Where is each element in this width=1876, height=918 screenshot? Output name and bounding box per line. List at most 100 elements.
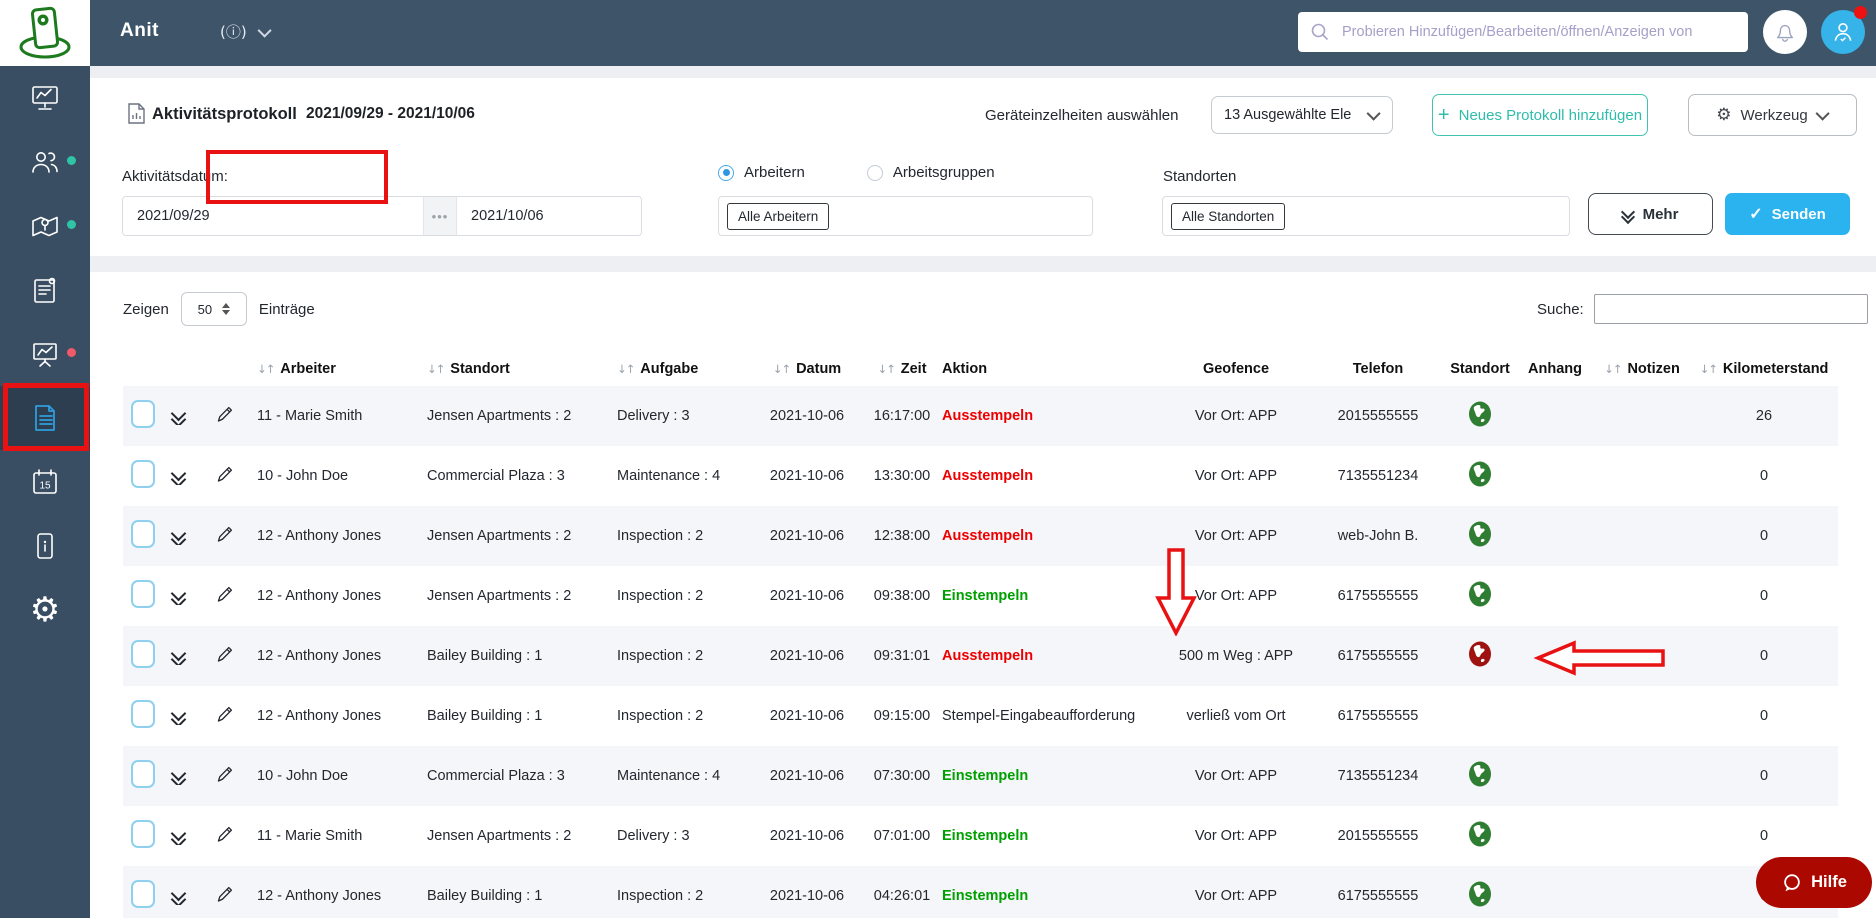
cell-mileage: 0 [1690,588,1838,604]
more-filters-button[interactable]: Mehr [1588,193,1713,235]
cell-time: 09:38:00 [862,588,942,604]
locations-filter-input[interactable]: Alle Standorten [1162,196,1570,236]
row-checkbox[interactable] [131,400,155,428]
page-title: Aktivitätsprotokoll [152,105,297,124]
sidebar-item-devices[interactable] [0,514,90,578]
sidebar-item-calendar[interactable]: 15 [0,450,90,514]
cell-time: 09:15:00 [862,708,942,724]
column-label: Geofence [1203,361,1269,377]
notifications-button[interactable] [1763,10,1807,54]
sidebar-item-activity-log[interactable] [0,386,90,450]
cell-date: 2021-10-06 [752,888,862,904]
map-globe-icon-green[interactable] [1467,400,1493,428]
edit-pencil-icon[interactable] [215,405,234,424]
workers-filter-input[interactable]: Alle Arbeitern [718,196,1093,236]
expand-row-icon[interactable] [173,408,184,425]
sidebar-item-dashboard[interactable] [0,66,90,130]
sidebar-item-workers[interactable] [0,130,90,194]
map-globe-icon-green[interactable] [1467,820,1493,848]
sort-icon: ↓↑ [257,362,274,376]
help-button[interactable]: Hilfe [1756,857,1872,908]
table-search-input[interactable] [1594,294,1868,324]
main-content: Aktivitätsprotokoll 2021/09/29 - 2021/10… [90,66,1876,918]
device-select-dropdown[interactable]: 13 Ausgewählte Ele [1211,96,1393,134]
map-globe-icon-green[interactable] [1467,580,1493,608]
date-from-input[interactable] [123,197,423,235]
locations-chip[interactable]: Alle Standorten [1171,203,1285,230]
map-globe-icon-green[interactable] [1467,760,1493,788]
global-search-input[interactable] [1340,23,1748,41]
column-header-datum-3[interactable]: ↓↑Datum [752,361,862,377]
workers-chip[interactable]: Alle Arbeitern [727,203,829,230]
tools-button[interactable]: ⚙ Werkzeug [1688,94,1857,136]
edit-pencil-icon[interactable] [215,585,234,604]
column-header-arbeiter-0[interactable]: ↓↑ Arbeiter [257,361,427,377]
expand-row-icon[interactable] [173,708,184,725]
row-checkbox[interactable] [131,640,155,668]
cell-phone: 2015555555 [1312,408,1444,424]
expand-row-icon[interactable] [173,468,184,485]
app-title: Anit [120,20,159,42]
cell-task: Delivery : 3 [617,828,752,844]
column-label: Arbeiter [280,361,336,377]
add-protocol-label: Neues Protokoll hinzufügen [1459,107,1642,124]
map-globe-icon-green[interactable] [1467,520,1493,548]
map-globe-icon-green[interactable] [1467,880,1493,908]
row-checkbox[interactable] [131,760,155,788]
sidebar-item-reports[interactable] [0,322,90,386]
table-row-6: 12 - Anthony JonesBailey Building : 1Ins… [123,686,1838,746]
column-header-standort-1[interactable]: ↓↑Standort [427,361,617,377]
expand-row-icon[interactable] [173,768,184,785]
row-checkbox[interactable] [131,880,155,908]
radio-unselected-icon [867,165,883,181]
cell-site: Bailey Building : 1 [427,708,617,724]
radio-workgroups[interactable]: Arbeitsgruppen [867,164,995,181]
table-row-8: 11 - Marie SmithJensen Apartments : 2Del… [123,806,1838,866]
column-header-notizen-10[interactable]: ↓↑Notizen [1594,361,1690,377]
send-button[interactable]: ✓ Senden [1725,193,1850,235]
edit-pencil-icon[interactable] [215,465,234,484]
column-header-geofence-6: Geofence [1160,361,1312,377]
table-row-7: 10 - John DoeCommercial Plaza : 3Mainten… [123,746,1838,806]
row-checkbox[interactable] [131,520,155,548]
cell-date: 2021-10-06 [752,408,862,424]
expand-row-icon[interactable] [173,528,184,545]
table-body: 11 - Marie SmithJensen Apartments : 2Del… [123,386,1838,918]
expand-row-icon[interactable] [173,828,184,845]
map-globe-icon-green[interactable] [1467,460,1493,488]
app-window: Anit (ⓘ) 15 ⚙ [0,0,1876,918]
edit-pencil-icon[interactable] [215,705,234,724]
row-checkbox[interactable] [131,460,155,488]
sidebar-item-schedule[interactable] [0,258,90,322]
expand-row-icon[interactable] [173,888,184,905]
expand-row-icon[interactable] [173,588,184,605]
device-select-value: 13 Ausgewählte Ele [1224,107,1351,123]
page-size-select[interactable]: 50 [181,292,247,326]
cell-location-status [1444,760,1516,792]
row-checkbox[interactable] [131,580,155,608]
radio-workers[interactable]: Arbeitern [718,164,805,181]
column-header-zeit-4[interactable]: ↓↑Zeit [862,361,942,377]
sidebar-item-settings[interactable]: ⚙ [0,578,90,642]
cell-mileage: 0 [1690,648,1838,664]
edit-pencil-icon[interactable] [215,765,234,784]
edit-pencil-icon[interactable] [215,525,234,544]
row-checkbox[interactable] [131,700,155,728]
edit-pencil-icon[interactable] [215,885,234,904]
expand-row-icon[interactable] [173,648,184,665]
page-size-control: Zeigen 50 Einträge [123,292,315,326]
add-protocol-button[interactable]: + Neues Protokoll hinzufügen [1432,94,1648,136]
cell-action: Ausstempeln [942,468,1160,484]
column-header-aufgabe-2[interactable]: ↓↑Aufgabe [617,361,752,377]
date-to-input[interactable] [457,197,641,235]
column-header-kilometerstand-11[interactable]: ↓↑Kilometerstand [1690,361,1838,377]
sidebar-item-tracking[interactable] [0,194,90,258]
edit-pencil-icon[interactable] [215,645,234,664]
cell-time: 04:26:01 [862,888,942,904]
map-globe-icon-red[interactable] [1467,640,1493,668]
entries-label: Einträge [259,301,315,318]
language-selector[interactable]: (ⓘ) [220,21,271,42]
row-checkbox[interactable] [131,820,155,848]
edit-pencil-icon[interactable] [215,825,234,844]
app-logo[interactable] [0,0,90,66]
